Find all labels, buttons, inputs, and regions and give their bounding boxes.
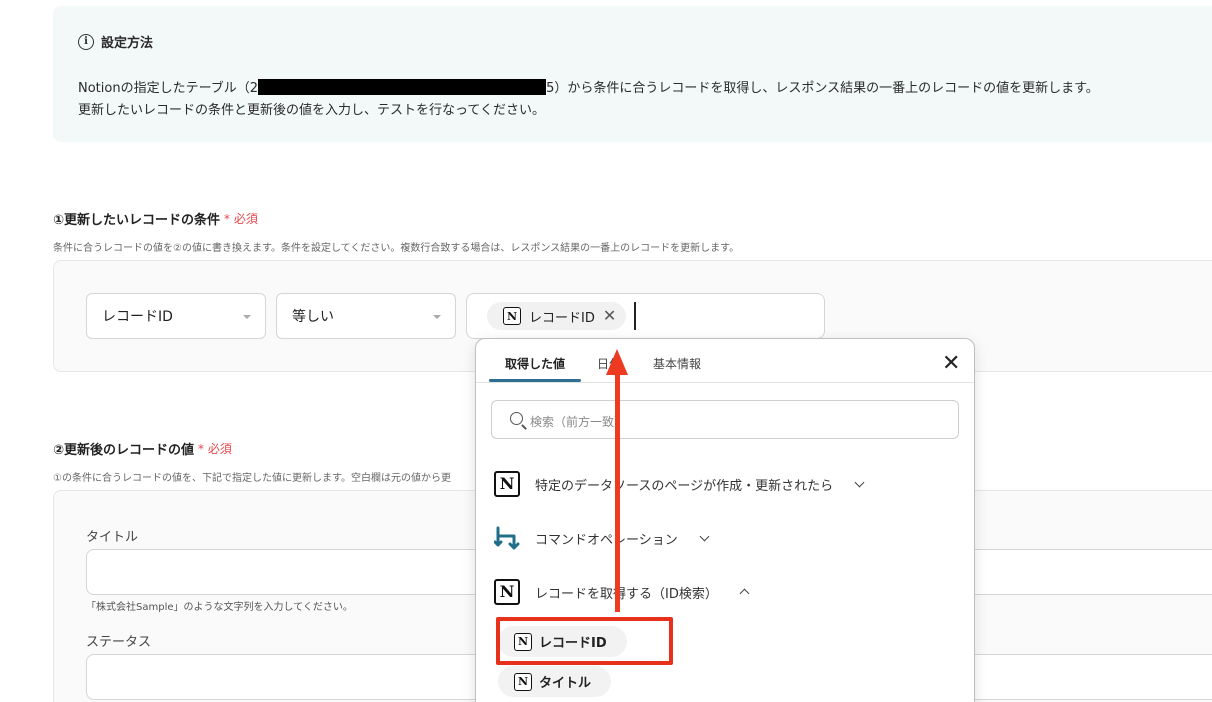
required-badge: * 必須: [198, 442, 232, 456]
tab-basic-info[interactable]: 基本情報: [653, 355, 701, 372]
remove-chip-icon[interactable]: ✕: [603, 308, 616, 324]
notion-icon: N: [503, 307, 521, 325]
info-line2: 更新したいレコードの条件と更新後の値を入力し、テストを行なってください。: [78, 103, 545, 118]
search-placeholder: 検索（前方一致）: [530, 415, 627, 429]
info-line1-a: Notionの指定したテーブル（2: [78, 81, 259, 96]
info-box: i 設定方法 Notionの指定したテーブル（2 5）から条件に合うレコードを取得…: [53, 6, 1212, 142]
operator-select[interactable]: 等しい: [276, 293, 456, 339]
item-title[interactable]: N タイトル: [498, 666, 612, 697]
info-icon: i: [78, 33, 94, 50]
field-select-value: レコードID: [102, 309, 173, 325]
highlight-box: [496, 617, 673, 665]
group-label: コマンドオペレーション: [535, 532, 678, 548]
tab-acquired-values[interactable]: 取得した値: [505, 355, 565, 372]
section2-title-text: ②更新後のレコードの値: [53, 443, 195, 458]
required-text: 必須: [233, 212, 258, 226]
section1-description: 条件に合うレコードの値を②の値に書き換えます。条件を設定してください。複数行合致…: [53, 243, 740, 254]
group-trigger[interactable]: N 特定のデータソースのページが作成・更新されたら: [494, 471, 865, 497]
redaction-bar: [258, 79, 547, 95]
info-line1-b: 5）から条件に合うレコードを取得し、レスポンス結果の一番上のレコードの値を更新し…: [546, 81, 1099, 96]
field-label-status: ステータス: [86, 635, 152, 650]
section1-title-text: ①更新したいレコードの条件: [53, 213, 221, 228]
value-chip-label: レコードID: [529, 310, 595, 326]
search-icon: [510, 412, 523, 425]
caret-down-icon: [243, 315, 251, 319]
active-tab-indicator: [489, 379, 581, 382]
close-icon[interactable]: ✕: [942, 353, 960, 375]
field-select[interactable]: レコードID: [86, 293, 266, 339]
group-label: 特定のデータソースのページが作成・更新されたら: [535, 478, 834, 494]
operator-select-value: 等しい: [292, 309, 334, 325]
value-chip[interactable]: N レコードID ✕: [487, 302, 627, 330]
notion-icon: N: [514, 672, 532, 691]
field-label-title: タイトル: [86, 530, 139, 545]
chevron-down-icon: [854, 477, 865, 487]
search-input[interactable]: 検索（前方一致）: [491, 400, 959, 439]
required-badge: * 必須: [224, 212, 258, 226]
item-label: タイトル: [539, 676, 592, 691]
caret-down-icon: [433, 315, 441, 319]
info-header: i 設定方法: [78, 32, 153, 51]
chevron-down-icon: [699, 531, 710, 541]
section1-title: ①更新したいレコードの条件 * 必須: [53, 209, 258, 228]
section2-title: ②更新後のレコードの値 * 必須: [53, 439, 232, 458]
info-title: 設定方法: [101, 36, 154, 51]
required-text: 必須: [207, 442, 232, 456]
chevron-up-icon: [739, 588, 750, 599]
title-hint: 「株式会社Sample」のような文字列を入力してください。: [86, 602, 353, 613]
popup-tabs: 取得した値 日付 基本情報: [476, 339, 974, 383]
info-text: Notionの指定したテーブル（2 5）から条件に合うレコードを取得し、レスポンス…: [78, 78, 1099, 122]
group-label: レコードを取得する（ID検索）: [535, 586, 718, 602]
notion-icon: N: [494, 579, 520, 605]
notion-icon: N: [494, 471, 520, 497]
annotation-arrow-head: [606, 349, 628, 375]
condition-value-input[interactable]: N レコードID ✕: [466, 293, 825, 339]
group-command-operation[interactable]: コマンドオペレーション: [494, 525, 710, 551]
annotation-arrow-shaft: [615, 372, 620, 612]
group-get-record[interactable]: N レコードを取得する（ID検索）: [494, 579, 750, 605]
section2-description: ①の条件に合うレコードの値を、下記で指定した値に更新します。空白欄は元の値から更: [53, 473, 451, 484]
text-cursor: [634, 302, 636, 330]
command-operation-icon: [494, 526, 520, 550]
